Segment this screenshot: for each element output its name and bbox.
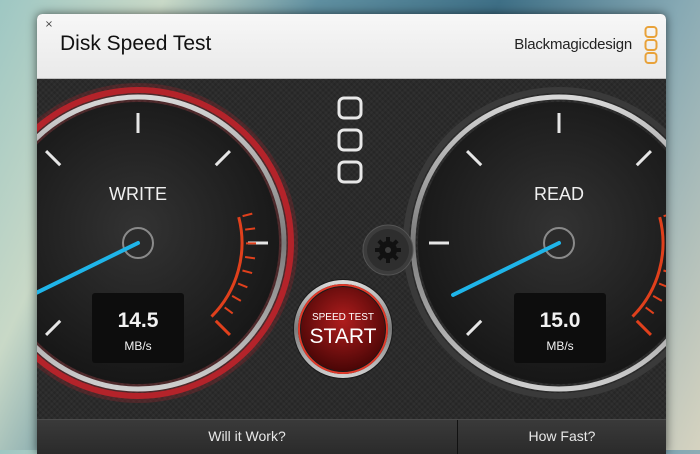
start-button-caption: SPEED TEST (297, 312, 389, 323)
read-needle (453, 243, 559, 295)
tab-will-it-work[interactable]: Will it Work? (37, 420, 458, 454)
tab-how-fast[interactable]: How Fast? (458, 420, 666, 454)
write-value: 14.5 (92, 309, 184, 333)
write-unit: MB/s (92, 339, 184, 353)
read-unit: MB/s (514, 339, 606, 353)
write-needle (37, 243, 138, 295)
write-label: WRITE (78, 184, 198, 205)
bottom-bar: Will it Work? How Fast? (37, 419, 666, 454)
settings-gear-button[interactable] (362, 224, 414, 276)
read-readout: 15.0 MB/s (514, 293, 606, 363)
read-value: 15.0 (514, 309, 606, 333)
write-readout: 14.5 MB/s (92, 293, 184, 363)
start-button-label: START (297, 325, 389, 349)
read-label: READ (499, 184, 619, 205)
speed-test-start-button[interactable]: SPEED TEST START (297, 283, 389, 375)
app-window: × Disk Speed Test Blackmagicdesign (37, 14, 666, 454)
